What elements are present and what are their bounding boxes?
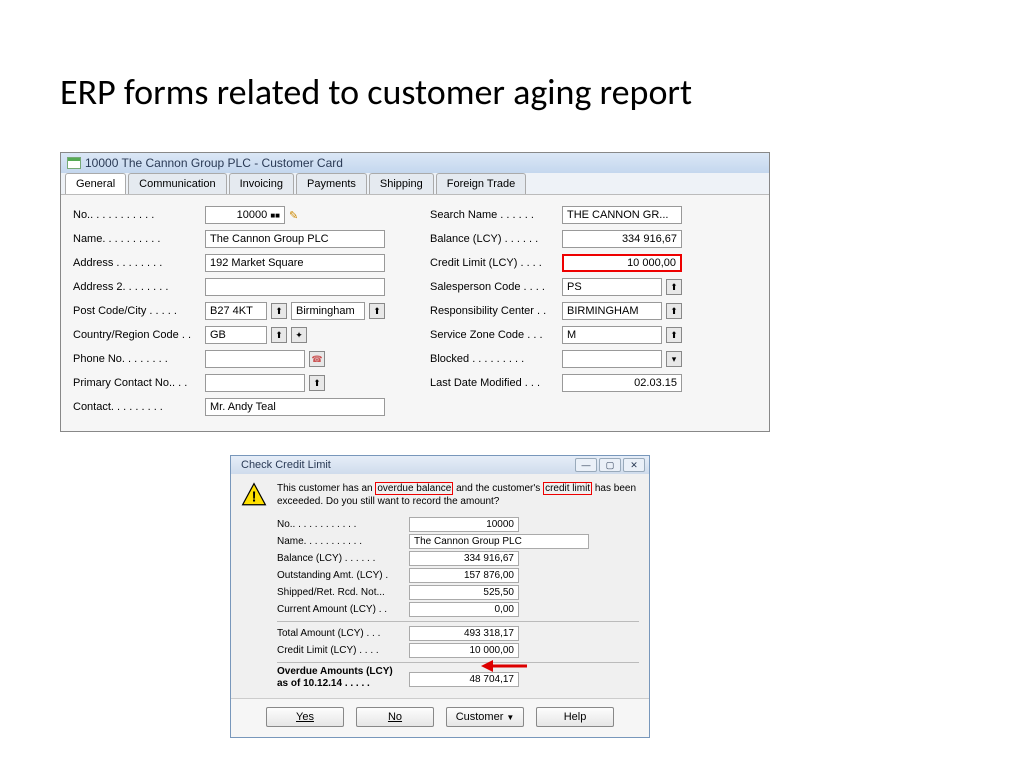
customer-button[interactable]: Customer▼ bbox=[446, 707, 524, 727]
field-modified: 02.03.15 bbox=[562, 374, 682, 392]
no-button[interactable]: No bbox=[356, 707, 434, 727]
d-label-overdue: Overdue Amounts (LCY)as of 10.12.14 . . … bbox=[277, 666, 405, 690]
field-address[interactable]: 192 Market Square bbox=[205, 254, 385, 272]
right-column: Search Name . . . . . . THE CANNON GR...… bbox=[430, 205, 757, 417]
field-blocked[interactable] bbox=[562, 350, 662, 368]
field-balance[interactable]: 334 916,67 bbox=[562, 230, 682, 248]
d-label-current: Current Amount (LCY) . . bbox=[277, 604, 405, 615]
tab-foreign-trade[interactable]: Foreign Trade bbox=[436, 173, 526, 194]
d-label-name: Name. . . . . . . . . . . bbox=[277, 536, 405, 547]
slide-title: ERP forms related to customer aging repo… bbox=[60, 70, 692, 114]
credit-limit-dialog: Check Credit Limit — ▢ ✕ ! This customer… bbox=[230, 455, 650, 738]
tab-invoicing[interactable]: Invoicing bbox=[229, 173, 294, 194]
label-credit-limit: Credit Limit (LCY) . . . . bbox=[430, 257, 558, 269]
d-label-balance: Balance (LCY) . . . . . . bbox=[277, 553, 405, 564]
tab-communication[interactable]: Communication bbox=[128, 173, 226, 194]
edit-icon[interactable]: ✎ bbox=[289, 209, 298, 222]
d-field-credit: 10 000,00 bbox=[409, 643, 519, 658]
message-area: ! This customer has an overdue balance a… bbox=[231, 474, 649, 514]
svg-text:!: ! bbox=[252, 490, 257, 506]
field-search[interactable]: THE CANNON GR... bbox=[562, 206, 682, 224]
lookup-postcode[interactable]: ⬆ bbox=[271, 303, 287, 319]
label-phone: Phone No. . . . . . . . bbox=[73, 353, 201, 365]
d-label-no: No.. . . . . . . . . . . . bbox=[277, 519, 405, 530]
left-column: No.. . . . . . . . . . . 10000 ■■ ✎ Name… bbox=[73, 205, 400, 417]
dialog-title: Check Credit Limit bbox=[241, 459, 331, 471]
field-contact[interactable]: Mr. Andy Teal bbox=[205, 398, 385, 416]
label-postcode: Post Code/City . . . . . bbox=[73, 305, 201, 317]
d-label-credit: Credit Limit (LCY) . . . . bbox=[277, 645, 405, 656]
label-contact: Contact. . . . . . . . . bbox=[73, 401, 201, 413]
label-blocked: Blocked . . . . . . . . . bbox=[430, 353, 558, 365]
label-address2: Address 2. . . . . . . . bbox=[73, 281, 201, 293]
field-address2[interactable] bbox=[205, 278, 385, 296]
customer-card-window: 10000 The Cannon Group PLC - Customer Ca… bbox=[60, 152, 770, 432]
tab-payments[interactable]: Payments bbox=[296, 173, 367, 194]
minimize-button[interactable]: — bbox=[575, 458, 597, 472]
field-service-zone[interactable]: M bbox=[562, 326, 662, 344]
tab-general[interactable]: General bbox=[65, 173, 126, 194]
label-salesperson: Salesperson Code . . . . bbox=[430, 281, 558, 293]
label-service-zone: Service Zone Code . . . bbox=[430, 329, 558, 341]
lookup-country[interactable]: ⬆ bbox=[271, 327, 287, 343]
lookup-responsibility[interactable]: ⬆ bbox=[666, 303, 682, 319]
dropdown-blocked[interactable]: ▾ bbox=[666, 351, 682, 367]
d-field-outstanding: 157 876,00 bbox=[409, 568, 519, 583]
field-credit-limit[interactable]: 10 000,00 bbox=[562, 254, 682, 272]
form-body: No.. . . . . . . . . . . 10000 ■■ ✎ Name… bbox=[61, 195, 769, 431]
lookup-salesperson[interactable]: ⬆ bbox=[666, 279, 682, 295]
label-balance: Balance (LCY) . . . . . . bbox=[430, 233, 558, 245]
phone-icon[interactable]: ☎ bbox=[309, 351, 325, 367]
message-text: This customer has an overdue balance and… bbox=[277, 482, 639, 508]
tab-row: General Communication Invoicing Payments… bbox=[61, 173, 769, 195]
d-field-shipped: 525,50 bbox=[409, 585, 519, 600]
window-title: 10000 The Cannon Group PLC - Customer Ca… bbox=[85, 156, 343, 170]
lookup-primary[interactable]: ⬆ bbox=[309, 375, 325, 391]
field-responsibility[interactable]: BIRMINGHAM bbox=[562, 302, 662, 320]
label-search: Search Name . . . . . . bbox=[430, 209, 558, 221]
d-field-total: 493 318,17 bbox=[409, 626, 519, 641]
d-field-balance: 334 916,67 bbox=[409, 551, 519, 566]
lookup-zone[interactable]: ⬆ bbox=[666, 327, 682, 343]
titlebar: 10000 The Cannon Group PLC - Customer Ca… bbox=[61, 153, 769, 173]
close-button[interactable]: ✕ bbox=[623, 458, 645, 472]
d-label-shipped: Shipped/Ret. Rcd. Not... bbox=[277, 587, 405, 598]
label-modified: Last Date Modified . . . bbox=[430, 377, 558, 389]
button-row: Yes No Customer▼ Help bbox=[231, 698, 649, 737]
yes-button[interactable]: Yes bbox=[266, 707, 344, 727]
lookup-city[interactable]: ⬆ bbox=[369, 303, 385, 319]
help-button[interactable]: Help bbox=[536, 707, 614, 727]
d-field-no: 10000 bbox=[409, 517, 519, 532]
field-postcode[interactable]: B27 4KT bbox=[205, 302, 267, 320]
label-responsibility: Responsibility Center . . bbox=[430, 305, 558, 317]
d-field-current: 0,00 bbox=[409, 602, 519, 617]
d-label-outstanding: Outstanding Amt. (LCY) . bbox=[277, 570, 405, 581]
field-city[interactable]: Birmingham bbox=[291, 302, 365, 320]
dialog-body: No.. . . . . . . . . . . . 10000 Name. . … bbox=[231, 514, 649, 698]
dialog-titlebar: Check Credit Limit — ▢ ✕ bbox=[231, 456, 649, 474]
label-country: Country/Region Code . . bbox=[73, 329, 201, 341]
field-name[interactable]: The Cannon Group PLC bbox=[205, 230, 385, 248]
map-icon[interactable]: ✦ bbox=[291, 327, 307, 343]
maximize-button[interactable]: ▢ bbox=[599, 458, 621, 472]
field-salesperson[interactable]: PS bbox=[562, 278, 662, 296]
label-no: No.. . . . . . . . . . . bbox=[73, 209, 201, 221]
tab-shipping[interactable]: Shipping bbox=[369, 173, 434, 194]
d-label-total: Total Amount (LCY) . . . bbox=[277, 628, 405, 639]
field-phone[interactable] bbox=[205, 350, 305, 368]
d-field-overdue: 48 704,17 bbox=[409, 672, 519, 687]
label-name: Name. . . . . . . . . . bbox=[73, 233, 201, 245]
field-no[interactable]: 10000 ■■ bbox=[205, 206, 285, 224]
d-field-name: The Cannon Group PLC bbox=[409, 534, 589, 549]
label-address: Address . . . . . . . . bbox=[73, 257, 201, 269]
field-country[interactable]: GB bbox=[205, 326, 267, 344]
field-primary-contact[interactable] bbox=[205, 374, 305, 392]
label-primary-contact: Primary Contact No.. . . bbox=[73, 377, 201, 389]
form-icon bbox=[67, 157, 81, 169]
warning-icon: ! bbox=[241, 482, 267, 508]
